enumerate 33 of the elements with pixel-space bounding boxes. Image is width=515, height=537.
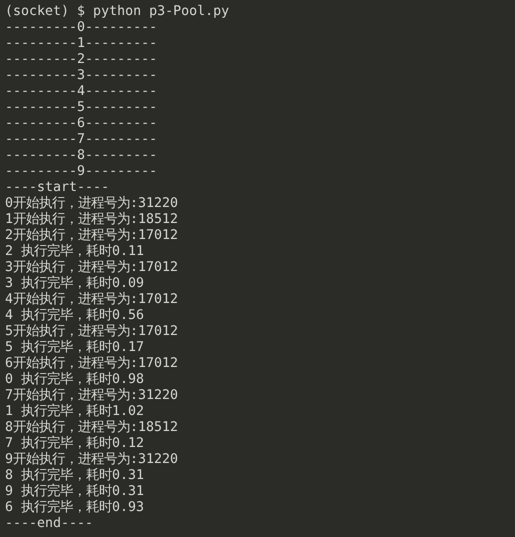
output-line: 2 执行完毕，耗时0.11 (5, 244, 144, 260)
output-line: ---------7--------- (5, 132, 158, 148)
output-line: ---------8--------- (5, 148, 158, 164)
output-line: ---------0--------- (5, 20, 158, 36)
output-line: ---------3--------- (5, 68, 158, 84)
output-line: ---------2--------- (5, 52, 158, 68)
output-line: 2开始执行，进程号为:17012 (5, 228, 178, 244)
output-line: 6开始执行，进程号为:17012 (5, 356, 178, 372)
output-line: 7 执行完毕，耗时0.12 (5, 436, 144, 452)
output-line: ----end---- (5, 516, 94, 532)
output-line: 5开始执行，进程号为:17012 (5, 324, 178, 340)
output-line: ----start---- (5, 180, 110, 196)
output-line: ---------6--------- (5, 116, 158, 132)
output-line: 7开始执行，进程号为:31220 (5, 388, 178, 404)
output-line: ---------9--------- (5, 164, 158, 180)
output-line: 5 执行完毕，耗时0.17 (5, 340, 144, 356)
output-line: 0开始执行，进程号为:31220 (5, 196, 178, 212)
output-line: 9 执行完毕，耗时0.31 (5, 484, 144, 500)
output-line: ---------5--------- (5, 100, 158, 116)
output-line: 1 执行完毕，耗时1.02 (5, 404, 144, 420)
output-line: 6 执行完毕，耗时0.93 (5, 500, 144, 516)
output-line: 4 执行完毕，耗时0.56 (5, 308, 144, 324)
output-line: 3开始执行，进程号为:17012 (5, 260, 178, 276)
output-line: 8 执行完毕，耗时0.31 (5, 468, 144, 484)
output-line: ---------1--------- (5, 36, 158, 52)
output-line: ---------4--------- (5, 84, 158, 100)
output-line: 0 执行完毕，耗时0.98 (5, 372, 144, 388)
command-line: (socket) $ python p3-Pool.py (5, 4, 230, 20)
output-line: 8开始执行，进程号为:18512 (5, 420, 178, 436)
output-line: 9开始执行，进程号为:31220 (5, 452, 178, 468)
output-line: 1开始执行，进程号为:18512 (5, 212, 178, 228)
output-line: 4开始执行，进程号为:17012 (5, 292, 178, 308)
output-line: 3 执行完毕，耗时0.09 (5, 276, 144, 292)
